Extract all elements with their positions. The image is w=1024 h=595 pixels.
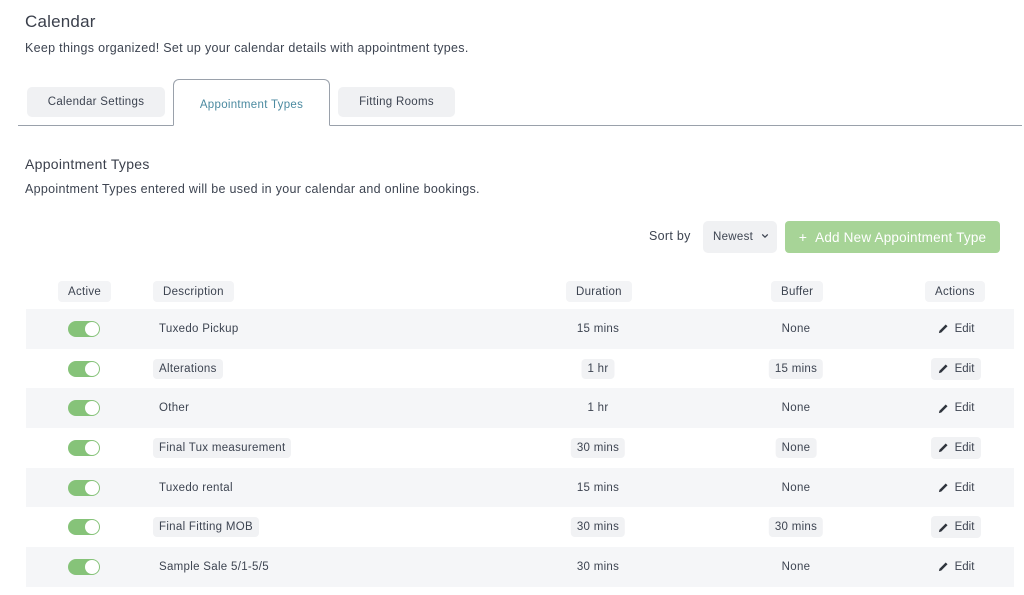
pencil-icon [938, 324, 948, 334]
column-header-description: Description [153, 281, 234, 302]
toggle-knob [85, 321, 99, 336]
section-subtitle: Appointment Types entered will be used i… [25, 182, 480, 196]
toggle-knob [85, 480, 99, 495]
pencil-icon [938, 523, 948, 532]
table-row: Other 1 hr None Edit [26, 388, 1014, 429]
toggle-knob [85, 361, 99, 376]
row-duration: 15 mins [576, 481, 620, 494]
row-buffer: None [781, 481, 811, 494]
row-duration: 30 mins [570, 437, 626, 458]
active-toggle[interactable] [68, 558, 100, 575]
appointment-types-table: Tuxedo Pickup 15 mins None Edit Alterations 1… [26, 309, 1014, 587]
edit-label: Edit [954, 560, 975, 573]
sort-select-value: Newest [713, 231, 754, 243]
add-button-label: Add New Appointment Type [815, 229, 987, 245]
active-toggle[interactable] [68, 400, 100, 417]
row-duration: 1 hr [581, 358, 615, 379]
row-duration: 30 mins [576, 560, 620, 573]
pencil-icon [938, 483, 948, 493]
row-buffer: None [781, 402, 811, 415]
table-row: Final Tux measurement 30 mins None Edit [26, 428, 1014, 468]
plus-icon: + [798, 229, 808, 245]
edit-button[interactable]: Edit [931, 357, 981, 380]
tab-appointment-types[interactable]: Appointment Types [173, 79, 330, 126]
row-description: Tuxedo Pickup [159, 322, 239, 335]
edit-button[interactable]: Edit [931, 477, 981, 499]
edit-label: Edit [954, 481, 975, 494]
active-toggle[interactable] [68, 360, 100, 377]
chevron-down-icon [761, 234, 769, 238]
pencil-icon [938, 364, 948, 374]
row-buffer: None [781, 322, 811, 335]
pencil-icon [938, 404, 948, 413]
table-row: Sample Sale 5/1-5/5 30 mins None Edit [26, 547, 1014, 587]
column-header-duration: Duration [566, 281, 632, 302]
page-title: Calendar [25, 12, 96, 31]
edit-label: Edit [954, 402, 975, 415]
row-description: Alterations [153, 358, 223, 379]
table-row: Alterations 1 hr 15 mins Edit [26, 348, 1014, 389]
toggle-knob [85, 440, 99, 455]
toggle-knob [85, 401, 99, 416]
table-row: Final Fitting MOB 30 mins 30 mins Edit [26, 507, 1014, 548]
active-toggle[interactable] [68, 439, 100, 456]
edit-button[interactable]: Edit [931, 436, 981, 459]
column-header-actions: Actions [925, 281, 985, 302]
row-buffer: None [781, 560, 811, 573]
edit-button[interactable]: Edit [931, 556, 981, 578]
row-duration: 1 hr [587, 402, 609, 415]
row-duration: 30 mins [570, 517, 626, 538]
section-title: Appointment Types [25, 156, 150, 172]
row-description: Final Tux measurement [153, 437, 292, 458]
tab-calendar-settings[interactable]: Calendar Settings [27, 87, 165, 117]
column-header-active: Active [58, 281, 112, 302]
edit-label: Edit [954, 521, 975, 534]
active-toggle[interactable] [68, 479, 100, 496]
row-description: Tuxedo rental [159, 481, 233, 494]
row-buffer: 30 mins [768, 517, 824, 538]
tabs-divider [18, 125, 1022, 126]
row-duration: 15 mins [576, 322, 620, 335]
edit-label: Edit [954, 322, 975, 335]
edit-button[interactable]: Edit [931, 516, 981, 539]
toggle-knob [85, 520, 99, 535]
active-toggle[interactable] [68, 320, 100, 337]
row-buffer: None [775, 437, 817, 458]
table-row: Tuxedo rental 15 mins None Edit [26, 467, 1014, 508]
pencil-icon [938, 443, 948, 453]
tab-fitting-rooms[interactable]: Fitting Rooms [338, 87, 455, 117]
toggle-knob [85, 559, 99, 574]
edit-button[interactable]: Edit [931, 318, 981, 340]
active-toggle[interactable] [68, 519, 100, 536]
page-subtitle: Keep things organized! Set up your calen… [25, 41, 469, 55]
sort-select[interactable]: Newest [703, 221, 777, 253]
edit-label: Edit [954, 441, 975, 454]
row-description: Final Fitting MOB [153, 517, 259, 538]
pencil-icon [938, 562, 948, 572]
table-row: Tuxedo Pickup 15 mins None Edit [26, 309, 1014, 349]
row-description: Other [159, 402, 190, 415]
column-header-buffer: Buffer [771, 281, 824, 302]
edit-button[interactable]: Edit [931, 397, 981, 419]
edit-label: Edit [954, 362, 975, 375]
row-description: Sample Sale 5/1-5/5 [159, 560, 269, 573]
row-buffer: 15 mins [768, 358, 824, 379]
sort-label: Sort by [649, 229, 691, 243]
add-appointment-type-button[interactable]: + Add New Appointment Type [785, 221, 1000, 253]
